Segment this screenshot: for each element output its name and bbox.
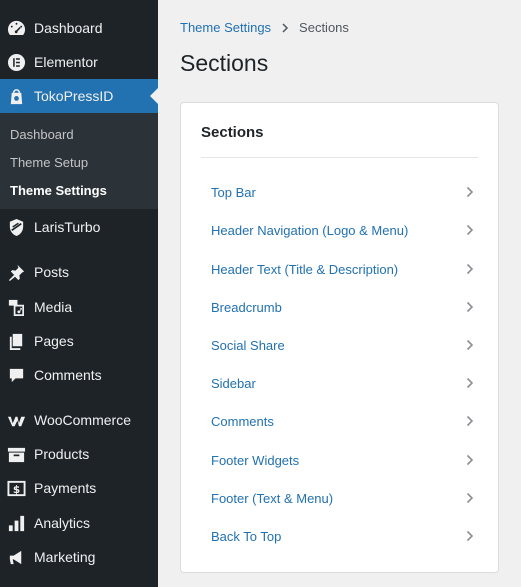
chevron-right-icon (466, 377, 474, 389)
elementor-icon (6, 52, 26, 72)
chevron-right-icon (466, 454, 474, 466)
chevron-right-icon (466, 415, 474, 427)
menu-item-pages[interactable]: Pages (0, 324, 158, 358)
pages-icon (6, 331, 26, 351)
menu-item-elementor[interactable]: Elementor (0, 45, 158, 79)
section-item-footer-widgets[interactable]: Footer Widgets (201, 445, 480, 475)
panel-divider (201, 157, 478, 158)
submenu-item-theme-settings[interactable]: Theme Settings (10, 183, 107, 198)
laristurbo-icon (6, 217, 26, 237)
section-item-top-bar[interactable]: Top Bar (201, 177, 480, 207)
menu-item-dashboard[interactable]: Dashboard (0, 11, 158, 45)
dashboard-icon (6, 18, 26, 38)
menu-item-media[interactable]: Media (0, 290, 158, 324)
menu-item-tokopressid[interactable]: TokoPressID (0, 79, 158, 113)
menu-item-laristurbo[interactable]: LarisTurbo (0, 210, 158, 244)
section-item-back-to-top[interactable]: Back To Top (201, 521, 480, 551)
menu-item-products[interactable]: Products (0, 437, 158, 471)
payments-icon: $ (6, 478, 26, 498)
menu-item-analytics[interactable]: Analytics (0, 506, 158, 540)
menu-item-marketing[interactable]: Marketing (0, 540, 158, 574)
chevron-right-icon (466, 339, 474, 351)
chevron-right-icon (466, 224, 474, 236)
admin-sidebar: Dashboard Elementor TokoPressID Dashboar… (0, 0, 158, 587)
pin-icon (6, 262, 26, 282)
section-item-header-text[interactable]: Header Text (Title & Description) (201, 254, 480, 284)
media-icon (6, 297, 26, 317)
page-title: Sections (180, 50, 269, 76)
chevron-right-icon (466, 492, 474, 504)
section-item-header-navigation[interactable]: Header Navigation (Logo & Menu) (201, 215, 480, 245)
chevron-right-icon (466, 186, 474, 198)
svg-text:$: $ (12, 483, 19, 495)
menu-item-woocommerce[interactable]: WooCommerce (0, 403, 158, 437)
breadcrumb: Theme Settings Sections (180, 20, 349, 35)
chevron-right-icon (281, 22, 289, 33)
archive-icon (6, 444, 26, 464)
section-item-sidebar[interactable]: Sidebar (201, 368, 480, 398)
panel-title: Sections (201, 124, 264, 141)
sections-panel: Sections Top Bar Header Navigation (Logo… (180, 102, 499, 573)
breadcrumb-current: Sections (299, 20, 349, 35)
section-item-comments[interactable]: Comments (201, 406, 480, 436)
chevron-right-icon (466, 301, 474, 313)
comment-icon (6, 365, 26, 385)
woocommerce-icon (6, 410, 26, 430)
chevron-right-icon (466, 530, 474, 542)
section-item-social-share[interactable]: Social Share (201, 330, 480, 360)
megaphone-icon (6, 547, 26, 567)
breadcrumb-link-theme-settings[interactable]: Theme Settings (180, 20, 271, 35)
tokopress-submenu: Dashboard Theme Setup Theme Settings (0, 113, 158, 209)
submenu-item-theme-setup[interactable]: Theme Setup (10, 155, 88, 170)
chart-bar-icon (6, 513, 26, 533)
menu-item-comments[interactable]: Comments (0, 358, 158, 392)
section-item-footer-text-menu[interactable]: Footer (Text & Menu) (201, 483, 480, 513)
section-item-breadcrumb[interactable]: Breadcrumb (201, 292, 480, 322)
submenu-item-dashboard[interactable]: Dashboard (10, 127, 74, 142)
menu-item-payments[interactable]: $ Payments (0, 471, 158, 505)
tokopress-icon (6, 86, 26, 106)
chevron-right-icon (466, 263, 474, 275)
menu-item-posts[interactable]: Posts (0, 255, 158, 289)
